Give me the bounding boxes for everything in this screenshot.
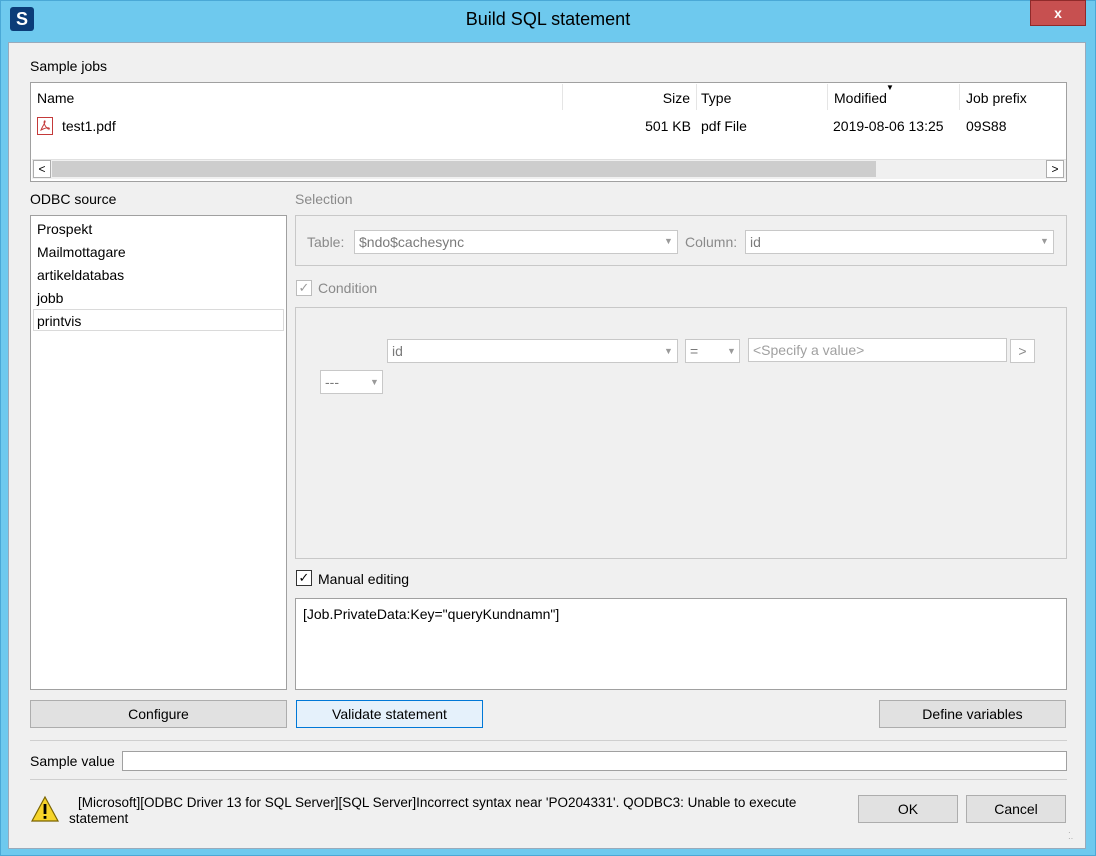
manual-editing-checkbox[interactable]: ✓ xyxy=(296,570,312,586)
table-dropdown[interactable]: $ndo$cachesync xyxy=(354,230,678,254)
divider xyxy=(30,740,1067,741)
odbc-item[interactable]: artikeldatabas xyxy=(37,267,124,283)
sql-editor[interactable]: [Job.PrivateData:Key="queryKundnamn"] xyxy=(295,598,1067,690)
col-header-modified[interactable]: Modified xyxy=(834,90,887,106)
close-button[interactable]: x xyxy=(1030,0,1086,26)
condition-field-dropdown[interactable]: id xyxy=(387,339,678,363)
add-condition-button[interactable]: > xyxy=(1010,339,1035,363)
chevron-down-icon[interactable]: ▼ xyxy=(664,346,673,356)
condition-value-input[interactable]: <Specify a value> xyxy=(748,338,1007,362)
col-header-job-prefix[interactable]: Job prefix xyxy=(966,90,1027,106)
validate-statement-button[interactable]: Validate statement xyxy=(296,700,483,728)
sort-desc-icon: ▼ xyxy=(886,83,894,92)
column-divider xyxy=(959,84,960,110)
chevron-down-icon[interactable]: ▼ xyxy=(1040,236,1049,246)
chevron-down-icon[interactable]: ▼ xyxy=(727,346,736,356)
sql-text: [Job.PrivateData:Key="queryKundnamn"] xyxy=(303,606,560,622)
scrollbar-thumb[interactable] xyxy=(52,161,876,177)
column-dropdown[interactable]: id xyxy=(745,230,1054,254)
col-header-size[interactable]: Size xyxy=(600,90,690,106)
condition-value-placeholder: <Specify a value> xyxy=(753,342,865,358)
ok-button[interactable]: OK xyxy=(858,795,958,823)
job-modified-cell: 2019-08-06 13:25 xyxy=(833,118,944,134)
window-title: Build SQL statement xyxy=(465,9,631,29)
column-value: id xyxy=(750,234,761,250)
condition-field-value: id xyxy=(392,343,403,359)
table-label: Table: xyxy=(307,234,345,250)
sample-value-label: Sample value xyxy=(30,753,115,769)
column-divider xyxy=(696,84,697,110)
col-header-name[interactable]: Name xyxy=(37,90,74,106)
odbc-item[interactable]: Prospekt xyxy=(37,221,92,237)
operator-value: = xyxy=(690,343,699,359)
col-header-type[interactable]: Type xyxy=(701,90,731,106)
chevron-down-icon[interactable]: ▼ xyxy=(370,377,379,387)
table-value: $ndo$cachesync xyxy=(359,234,465,250)
pdf-file-icon xyxy=(37,117,53,135)
logic-value: --- xyxy=(325,374,339,390)
chevron-down-icon[interactable]: ▼ xyxy=(664,236,673,246)
column-divider xyxy=(562,84,563,110)
divider xyxy=(30,779,1067,780)
configure-button[interactable]: Configure xyxy=(30,700,287,728)
selection-label: Selection xyxy=(295,191,353,207)
job-prefix-cell: 09S88 xyxy=(966,118,1007,134)
sample-value-field[interactable] xyxy=(122,751,1067,771)
resize-grip-icon[interactable]: · ·· xyxy=(1068,829,1073,843)
job-size-cell: 501 KB xyxy=(645,118,691,134)
odbc-item[interactable]: Mailmottagare xyxy=(37,244,126,260)
odbc-item[interactable]: printvis xyxy=(37,313,81,329)
manual-editing-label: Manual editing xyxy=(318,571,410,587)
job-type-cell: pdf File xyxy=(701,118,747,134)
column-label: Column: xyxy=(685,234,738,250)
error-message-line1: [Microsoft][ODBC Driver 13 for SQL Serve… xyxy=(78,795,797,810)
scroll-left-icon[interactable]: < xyxy=(33,160,51,178)
odbc-item[interactable]: jobb xyxy=(37,290,63,306)
sample-jobs-label: Sample jobs xyxy=(30,58,108,74)
condition-checkbox[interactable]: ✓ xyxy=(296,280,312,296)
odbc-source-list[interactable] xyxy=(30,215,287,690)
column-divider xyxy=(827,84,828,110)
condition-label: Condition xyxy=(318,280,378,296)
warning-icon xyxy=(30,795,60,823)
cancel-button[interactable]: Cancel xyxy=(966,795,1066,823)
odbc-source-label: ODBC source xyxy=(30,191,117,207)
job-name-cell[interactable]: test1.pdf xyxy=(62,118,116,134)
scroll-right-icon[interactable]: > xyxy=(1046,160,1064,178)
define-variables-button[interactable]: Define variables xyxy=(879,700,1066,728)
error-message-line2: statement xyxy=(69,811,129,826)
